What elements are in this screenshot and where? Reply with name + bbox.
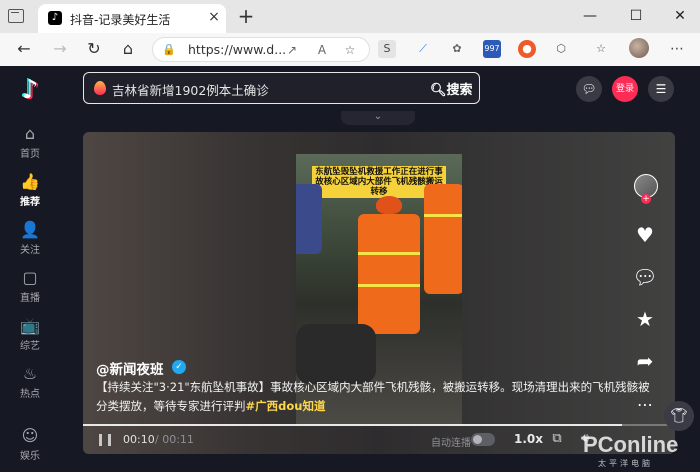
author-avatar-button[interactable]: + (630, 174, 660, 204)
pause-icon[interactable] (99, 434, 111, 446)
sidebar-item-recommend[interactable]: 👍 推荐 (0, 172, 60, 212)
pconline-watermark: PConline (583, 432, 679, 457)
nav-bar: ← → ↻ ⌂ 🔒 https://www.d... ↗ A ☆ S ⟋ ✿ 9… (0, 33, 700, 66)
sidebar-item-label: 综艺 (20, 341, 40, 352)
close-tab-icon[interactable]: × (206, 9, 222, 25)
extension-puzzle-icon[interactable]: ✿ (448, 40, 466, 58)
sidebar-item-follow[interactable]: 👤 关注 (0, 220, 60, 260)
variety-tv-icon: 📺 (20, 316, 40, 335)
favorite-star-icon[interactable]: ★ (630, 304, 660, 334)
open-app-icon[interactable]: ↗ (283, 41, 301, 59)
like-heart-icon[interactable]: ♥ (630, 220, 660, 250)
read-aloud-icon[interactable]: A (313, 41, 331, 59)
extension-997-icon[interactable]: 997 (483, 40, 501, 58)
window-close-button[interactable]: ✕ (670, 6, 690, 26)
tab-actions-icon[interactable] (8, 9, 24, 23)
description-text: 【持续关注"3·21"东航坠机事故】事故核心区域内大部件飞机残骸，被搬运转移。现… (96, 380, 650, 413)
sidebar-item-live[interactable]: ▢ 直播 (0, 268, 60, 308)
live-tv-icon: ▢ (22, 268, 38, 287)
hashtag-link[interactable]: #广西dou知道 (246, 399, 326, 413)
follow-plus-icon[interactable]: + (641, 194, 651, 204)
extension-orange-icon[interactable]: ● (518, 40, 536, 58)
sidebar-item-label: 关注 (20, 245, 40, 256)
douyin-logo-icon[interactable]: ♪ (16, 76, 44, 104)
browser-tab[interactable]: ♪ 抖音-记录美好生活 × (38, 4, 226, 33)
search-button[interactable]: 🔍︎搜索 (430, 79, 473, 98)
total-time: / 00:11 (155, 433, 194, 446)
current-time: 00:10 (123, 433, 155, 446)
reflective-stripe (358, 284, 420, 287)
share-arrow-icon[interactable]: ➦ (630, 346, 660, 376)
tab-bar: ♪ 抖音-记录美好生活 × + — ☐ ✕ (0, 0, 700, 33)
message-icon[interactable]: 💬︎ (576, 76, 602, 102)
address-text[interactable]: https://www.d... (188, 42, 286, 57)
reflective-stripe (358, 252, 420, 255)
rescuer-figure (424, 184, 462, 294)
follow-user-icon: 👤 (20, 220, 40, 239)
rescuer-figure (296, 184, 322, 254)
picture-in-picture-icon[interactable]: ⧉ (549, 431, 565, 447)
verified-badge-icon: ✓ (172, 360, 186, 374)
favorite-star-icon[interactable]: ☆ (341, 41, 359, 59)
sidebar-item-entertainment[interactable]: ☺ 娱乐 (0, 426, 60, 466)
extensions-icon[interactable]: ⬡ (552, 40, 570, 58)
shirt-icon[interactable]: 👕︎ (664, 401, 694, 431)
home-icon: ⌂ (24, 124, 36, 143)
new-tab-button[interactable]: + (236, 6, 256, 26)
sidebar-item-variety[interactable]: 📺 综艺 (0, 316, 60, 356)
sidebar: ♪ ⌂ 首页 👍 推荐 👤 关注 ▢ 直播 📺 综艺 ♨ 热点 ☺ 娱乐 (0, 66, 60, 472)
rescuer-figure (358, 214, 420, 334)
thumb-up-icon: 👍 (20, 172, 40, 191)
flame-icon: ♨ (22, 364, 38, 383)
autoplay-toggle[interactable] (471, 433, 495, 446)
sidebar-item-label: 娱乐 (20, 451, 40, 462)
address-bar[interactable]: 🔒 https://www.d... ↗ A ☆ (152, 37, 370, 62)
wreckage-debris (296, 324, 376, 384)
back-icon[interactable]: ← (14, 39, 34, 59)
sidebar-item-label: 推荐 (20, 197, 40, 208)
forward-icon[interactable]: → (50, 39, 70, 59)
sidebar-item-label: 直播 (20, 293, 40, 304)
favorites-icon[interactable]: ☆ (592, 40, 610, 58)
douyin-favicon-icon: ♪ (48, 11, 62, 25)
douyin-app: ♪ ⌂ 首页 👍 推荐 👤 关注 ▢ 直播 📺 综艺 ♨ 热点 ☺ 娱乐 吉林省… (0, 66, 700, 472)
browser-chrome: ♪ 抖音-记录美好生活 × + — ☐ ✕ ← → ↻ ⌂ 🔒 https://… (0, 0, 700, 66)
autoplay-label: 自动连播 (431, 438, 471, 449)
pconline-watermark-sub: 太平洋电脑 (598, 459, 653, 468)
search-button-label: 搜索 (446, 83, 473, 98)
tab-title: 抖音-记录美好生活 (70, 13, 171, 27)
lock-icon[interactable]: 🔒 (162, 43, 176, 56)
video-description: 【持续关注"3·21"东航坠机事故】事故核心区域内大部件飞机残骸，被搬运转移。现… (96, 378, 656, 416)
minimize-button[interactable]: — (580, 6, 600, 26)
smile-icon: ☺ (21, 426, 39, 445)
search-box[interactable]: 吉林省新增1902例本土确诊 🔍︎搜索 (83, 72, 480, 104)
profile-avatar[interactable] (629, 38, 649, 58)
extension-s-icon[interactable]: S (378, 40, 396, 58)
reflective-stripe (424, 214, 462, 217)
extension-chart-icon[interactable]: ⟋ (414, 40, 432, 58)
rescuer-helmet (376, 196, 402, 214)
menu-icon[interactable]: ☰ (648, 76, 674, 102)
sidebar-item-label: 首页 (20, 149, 40, 160)
home-icon[interactable]: ⌂ (118, 39, 138, 59)
sidebar-item-home[interactable]: ⌂ 首页 (0, 124, 60, 164)
sidebar-item-hot[interactable]: ♨ 热点 (0, 364, 60, 404)
maximize-button[interactable]: ☐ (626, 6, 646, 26)
comment-icon[interactable]: 💬︎ (630, 262, 660, 292)
sidebar-item-label: 热点 (20, 389, 40, 400)
author-name[interactable]: @新闻夜班 (96, 358, 164, 378)
more-menu-icon[interactable]: ⋯ (668, 40, 686, 58)
login-button[interactable]: 登录 (612, 76, 638, 102)
hot-flame-icon (94, 81, 106, 95)
refresh-icon[interactable]: ↻ (84, 39, 104, 59)
search-input[interactable]: 吉林省新增1902例本土确诊 (112, 80, 269, 99)
playback-speed-button[interactable]: 1.0x (514, 432, 543, 446)
collapse-header-chevron-icon[interactable]: ⌄ (341, 111, 415, 125)
